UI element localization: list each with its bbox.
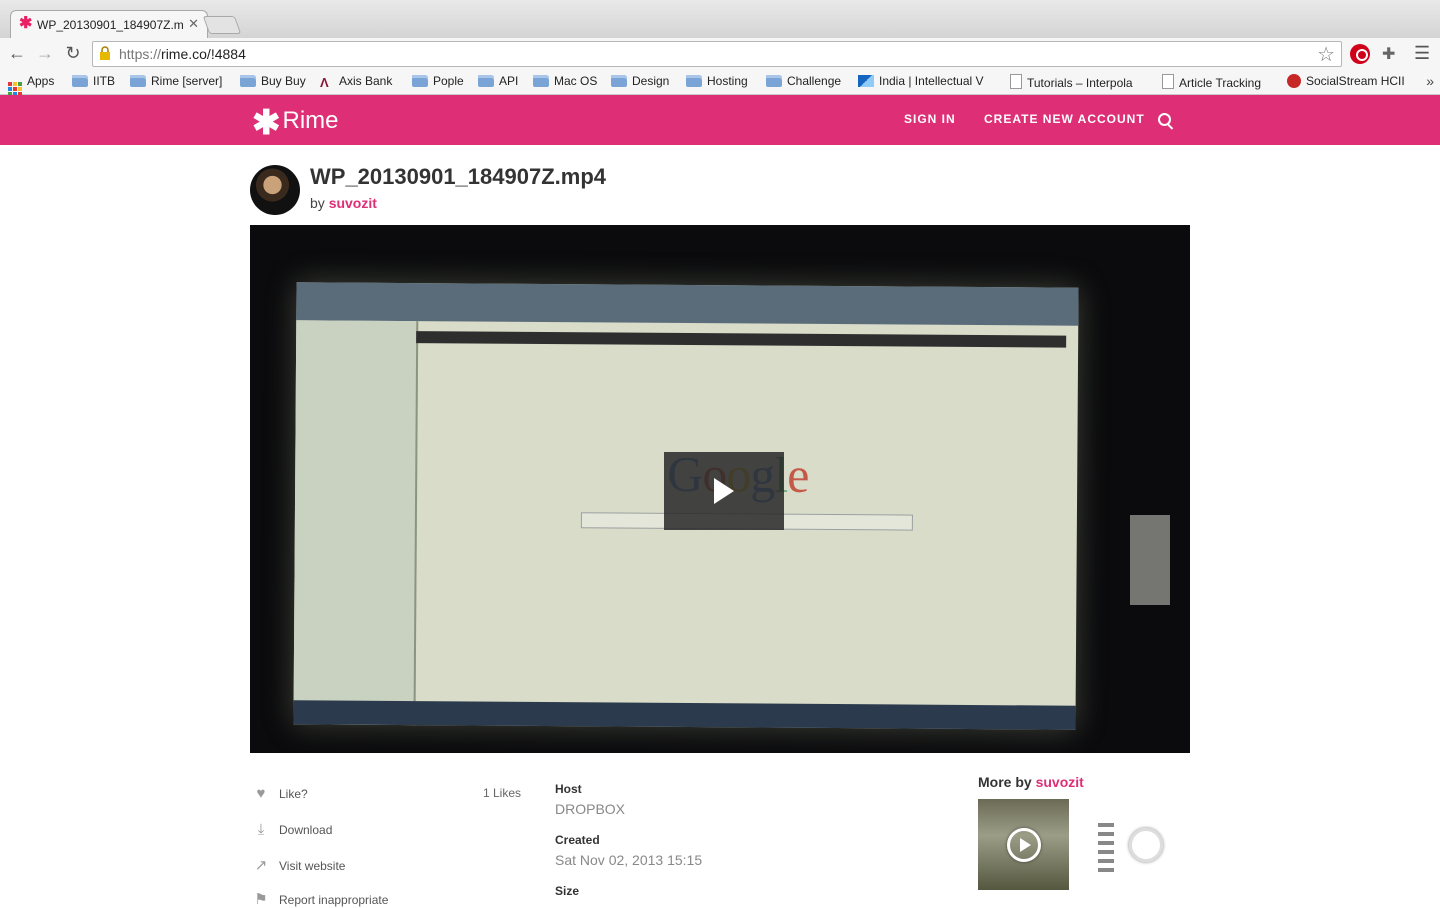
site-header: ✱Rime SIGN IN CREATE NEW ACCOUNT: [0, 95, 1440, 145]
menu-icon[interactable]: ☰: [1414, 43, 1430, 64]
created-label: Created: [555, 833, 600, 847]
extension-icon[interactable]: [1350, 44, 1370, 64]
create-account-link[interactable]: CREATE NEW ACCOUNT: [984, 112, 1145, 126]
axis-bank-icon: Ʌ: [320, 75, 329, 90]
flag-icon: ⚑: [254, 891, 268, 908]
play-button[interactable]: [664, 452, 784, 530]
tab-strip: ✱ WP_20130901_184907Z.m ✕: [0, 0, 1440, 39]
download-action[interactable]: ⤓ Download: [252, 821, 333, 838]
search-icon[interactable]: [1158, 113, 1171, 126]
visit-website-action[interactable]: ↗ Visit website: [252, 856, 346, 874]
like-action[interactable]: ♥ Like?: [252, 785, 308, 802]
browser-toolbar: ← → ↻ https://rime.co/!4884 ☆ ✚ ☰: [0, 38, 1440, 70]
browser-tab[interactable]: ✱ WP_20130901_184907Z.m ✕: [10, 10, 208, 39]
bookmark-pople[interactable]: Pople: [412, 74, 464, 88]
host-value: DROPBOX: [555, 801, 626, 817]
download-icon: ⤓: [257, 821, 265, 838]
folder-icon: [533, 75, 549, 87]
play-circle-icon: [1129, 828, 1163, 862]
folder-icon: [766, 75, 782, 87]
bookmarks-bar: Apps IITB Rime [server] Buy Buy Ʌ Axis Ba…: [0, 70, 1440, 96]
tab-title: WP_20130901_184907Z.m: [37, 18, 184, 32]
folder-icon: [412, 75, 428, 87]
reload-button[interactable]: ↻: [62, 42, 84, 64]
frame-browser-tabs: [296, 282, 1079, 326]
url-text: https://rime.co/!4884: [119, 46, 246, 62]
bookmark-buy-buy[interactable]: Buy Buy: [240, 74, 306, 88]
author-link[interactable]: suvozit: [329, 195, 377, 211]
folder-icon: [130, 75, 146, 87]
bookmark-axis-bank[interactable]: Ʌ Axis Bank: [320, 74, 392, 90]
bookmark-iitb[interactable]: IITB: [72, 74, 115, 88]
rime-asterisk-icon: ✱: [252, 104, 281, 142]
created-value: Sat Nov 02, 2013 15:15: [555, 852, 703, 868]
frame-taskbar: [293, 700, 1076, 730]
likes-count: 1 Likes: [483, 786, 522, 800]
bookmark-star-icon[interactable]: ☆: [1317, 42, 1335, 67]
bookmark-tutorials[interactable]: Tutorials – Interpola: [1010, 74, 1146, 90]
bookmark-hosting[interactable]: Hosting: [686, 74, 748, 88]
bookmark-article-tracking[interactable]: Article Tracking: [1162, 74, 1261, 90]
play-circle-icon: [1007, 828, 1041, 862]
page-icon: [1162, 74, 1174, 89]
video-player[interactable]: Google: [250, 225, 1190, 753]
bookmark-api[interactable]: API: [478, 74, 518, 88]
bookmark-rime-server[interactable]: Rime [server]: [130, 74, 222, 88]
sign-in-link[interactable]: SIGN IN: [904, 112, 956, 126]
folder-icon: [72, 75, 88, 87]
host-label: Host: [555, 782, 582, 796]
bookmark-socialstream[interactable]: SocialStream HCII: [1287, 74, 1405, 88]
frame-background-object: [1130, 515, 1170, 605]
forward-button[interactable]: →: [34, 42, 56, 64]
report-action[interactable]: ⚑ Report inappropriate: [252, 890, 388, 908]
bookmark-design[interactable]: Design: [611, 74, 669, 88]
folder-icon: [478, 75, 494, 87]
bookmark-apps[interactable]: Apps: [8, 74, 54, 96]
size-label: Size: [555, 884, 580, 898]
file-grid-icon: [1098, 823, 1114, 873]
folder-icon: [611, 75, 627, 87]
frame-explorer-panel: [293, 320, 419, 726]
share-arrow-icon: ↗: [254, 857, 268, 874]
more-by-author-link[interactable]: suvozit: [1036, 774, 1084, 790]
more-by-heading: More by suvozit: [978, 774, 1084, 790]
address-bar[interactable]: https://rime.co/!4884 ☆: [92, 41, 1342, 67]
lock-warning-icon: [100, 46, 110, 60]
folder-icon: [240, 75, 256, 87]
bookmark-mac-os[interactable]: Mac OS: [533, 74, 597, 88]
puzzle-extension-icon[interactable]: ✚: [1382, 44, 1395, 64]
page-icon: [1010, 74, 1022, 89]
folder-icon: [686, 75, 702, 87]
frame-google-bar: [416, 331, 1067, 348]
rime-favicon-icon: ✱: [19, 15, 33, 32]
apps-grid-icon: [8, 82, 22, 96]
media-title: WP_20130901_184907Z.mp4: [310, 164, 606, 189]
heart-icon: ♥: [256, 785, 266, 802]
bookmark-challenge[interactable]: Challenge: [766, 74, 841, 88]
related-video-thumbnail[interactable]: [978, 799, 1069, 890]
back-button[interactable]: ←: [6, 42, 28, 64]
byline: by suvozit: [310, 195, 377, 211]
new-tab-button[interactable]: [202, 16, 242, 34]
author-avatar[interactable]: [250, 165, 300, 215]
socialstream-icon: [1287, 74, 1301, 88]
rime-logo[interactable]: ✱Rime: [252, 103, 339, 143]
more-bookmarks-icon[interactable]: »: [1426, 73, 1434, 89]
site-favicon-icon: [858, 75, 874, 87]
bookmark-india-intellectual[interactable]: India | Intellectual V: [858, 74, 994, 88]
close-tab-icon[interactable]: ✕: [188, 16, 199, 32]
related-video-thumbnail[interactable]: [1096, 799, 1187, 890]
